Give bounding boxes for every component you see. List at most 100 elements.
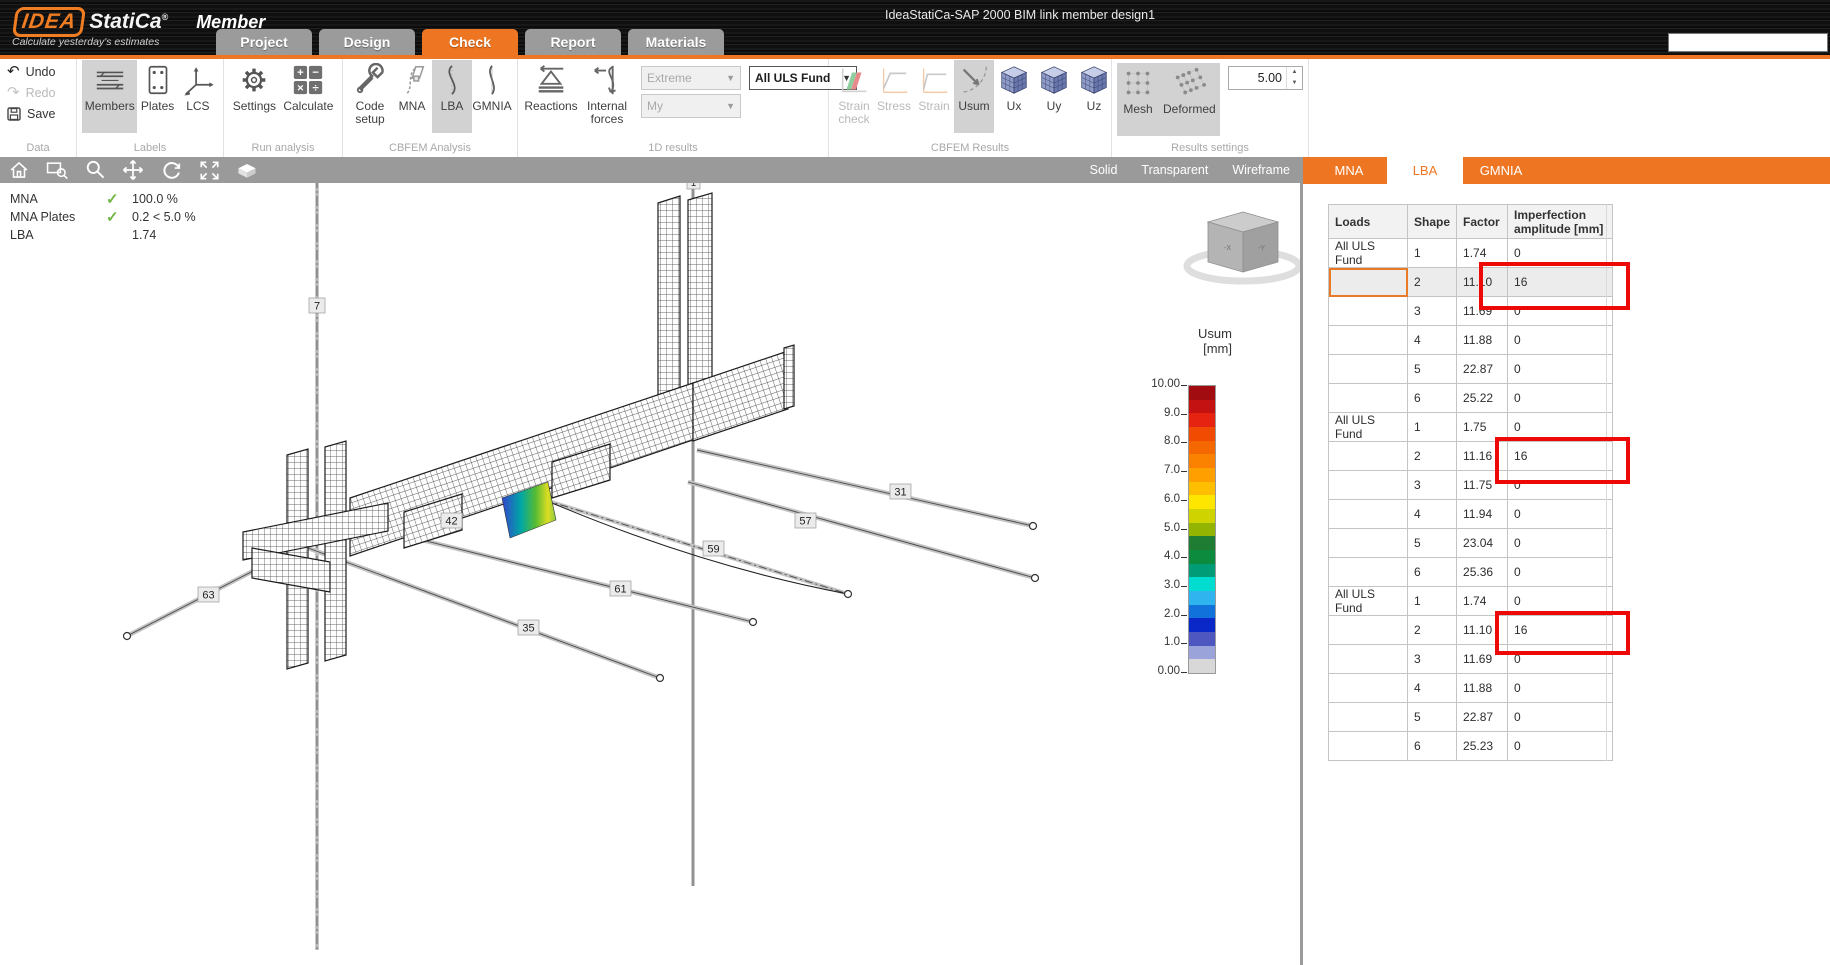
cell-loads[interactable]: [1329, 500, 1408, 529]
search-input[interactable]: [1668, 33, 1828, 52]
uy-button[interactable]: Uy: [1034, 60, 1074, 133]
cell-imperfection[interactable]: 16: [1508, 442, 1613, 471]
cell-factor[interactable]: 11.94: [1457, 500, 1508, 529]
cell-shape[interactable]: 4: [1408, 500, 1457, 529]
cell-imperfection[interactable]: 0: [1508, 529, 1613, 558]
plates-button[interactable]: Plates: [137, 60, 177, 133]
view-mode-transparent[interactable]: Transparent: [1141, 163, 1208, 177]
cell-shape[interactable]: 6: [1408, 732, 1457, 761]
cell-factor[interactable]: 11.75: [1457, 471, 1508, 500]
cell-imperfection[interactable]: 0: [1508, 732, 1613, 761]
cell-imperfection[interactable]: 16: [1508, 268, 1613, 297]
scale-value[interactable]: 5.00: [1229, 67, 1286, 89]
mna-button[interactable]: MNA: [392, 60, 432, 133]
undo-button[interactable]: ↶Undo: [7, 62, 69, 81]
view-mode-solid[interactable]: Solid: [1090, 163, 1118, 177]
cell-factor[interactable]: 1.74: [1457, 239, 1508, 268]
cell-factor[interactable]: 11.16: [1457, 442, 1508, 471]
cell-shape[interactable]: 6: [1408, 384, 1457, 413]
cell-shape[interactable]: 3: [1408, 471, 1457, 500]
cell-factor[interactable]: 25.23: [1457, 732, 1508, 761]
cell-imperfection[interactable]: 0: [1508, 355, 1613, 384]
cell-imperfection[interactable]: 0: [1508, 645, 1613, 674]
cell-shape[interactable]: 5: [1408, 703, 1457, 732]
tab-design[interactable]: Design: [319, 29, 415, 55]
tab-project[interactable]: Project: [216, 29, 312, 55]
cell-loads[interactable]: [1329, 384, 1408, 413]
redo-button[interactable]: ↷Redo: [7, 83, 69, 102]
panel-tab-gmnia[interactable]: GMNIA: [1463, 157, 1539, 184]
my-dropdown[interactable]: My▼: [641, 94, 741, 118]
cell-imperfection[interactable]: 0: [1508, 703, 1613, 732]
cell-factor[interactable]: 11.88: [1457, 674, 1508, 703]
uz-button[interactable]: Uz: [1074, 60, 1114, 133]
cell-factor[interactable]: 11.69: [1457, 297, 1508, 326]
lcs-button[interactable]: LCS: [178, 60, 218, 133]
tab-check[interactable]: Check: [422, 29, 518, 55]
cell-factor[interactable]: 25.36: [1457, 558, 1508, 587]
cell-imperfection[interactable]: 0: [1508, 297, 1613, 326]
members-button[interactable]: Members: [82, 60, 137, 133]
cell-imperfection[interactable]: 0: [1508, 587, 1613, 616]
cell-factor[interactable]: 11.88: [1457, 326, 1508, 355]
strain-button[interactable]: Strain: [914, 60, 954, 133]
cell-loads[interactable]: [1329, 297, 1408, 326]
cell-loads[interactable]: [1329, 703, 1408, 732]
view-mode-wireframe[interactable]: Wireframe: [1232, 163, 1290, 177]
cell-shape[interactable]: 2: [1408, 268, 1457, 297]
pan-button[interactable]: [114, 157, 152, 183]
cell-loads[interactable]: [1329, 529, 1408, 558]
rotate-button[interactable]: [152, 157, 190, 183]
cell-imperfection[interactable]: 16: [1508, 616, 1613, 645]
zoom-window-button[interactable]: [38, 157, 76, 183]
reactions-button[interactable]: Reactions: [523, 60, 579, 133]
cell-factor[interactable]: 1.74: [1457, 587, 1508, 616]
tab-report[interactable]: Report: [525, 29, 621, 55]
cell-imperfection[interactable]: 0: [1508, 326, 1613, 355]
internal-forces-button[interactable]: Internal forces: [579, 60, 635, 133]
cell-shape[interactable]: 4: [1408, 674, 1457, 703]
cell-shape[interactable]: 1: [1408, 239, 1457, 268]
cell-factor[interactable]: 22.87: [1457, 355, 1508, 384]
cell-shape[interactable]: 2: [1408, 442, 1457, 471]
stress-button[interactable]: Stress: [874, 60, 914, 133]
calculate-button[interactable]: +−×÷ Calculate: [280, 60, 337, 133]
cell-loads[interactable]: [1329, 268, 1408, 297]
ux-button[interactable]: Ux: [994, 60, 1034, 133]
cell-factor[interactable]: 11.69: [1457, 645, 1508, 674]
cell-imperfection[interactable]: 0: [1508, 500, 1613, 529]
cell-factor[interactable]: 22.87: [1457, 703, 1508, 732]
cell-imperfection[interactable]: 0: [1508, 239, 1613, 268]
panel-tab-mna[interactable]: MNA: [1311, 157, 1387, 184]
cell-shape[interactable]: 5: [1408, 529, 1457, 558]
cell-imperfection[interactable]: 0: [1508, 471, 1613, 500]
cell-shape[interactable]: 3: [1408, 297, 1457, 326]
cell-factor[interactable]: 25.22: [1457, 384, 1508, 413]
lba-button[interactable]: LBA: [432, 60, 472, 133]
cell-loads[interactable]: All ULS Fund: [1329, 587, 1408, 616]
clipping-box-button[interactable]: [228, 157, 266, 183]
deformed-toggle-button[interactable]: Deformed: [1159, 63, 1220, 133]
panel-tab-lba[interactable]: LBA: [1387, 157, 1463, 184]
strain-check-button[interactable]: Strain check: [834, 60, 874, 133]
cell-shape[interactable]: 1: [1408, 587, 1457, 616]
spinner-up-icon[interactable]: ▲: [1287, 67, 1302, 78]
cell-shape[interactable]: 4: [1408, 326, 1457, 355]
settings-button[interactable]: Settings: [229, 60, 280, 133]
cell-loads[interactable]: [1329, 558, 1408, 587]
usum-button[interactable]: Usum: [954, 60, 994, 133]
spinner-down-icon[interactable]: ▼: [1287, 78, 1302, 89]
extreme-dropdown[interactable]: Extreme▼: [641, 66, 741, 90]
model-canvas[interactable]: 7 1 42 31 57 59 61 35 63 -X -Y: [0, 183, 1302, 965]
cell-shape[interactable]: 6: [1408, 558, 1457, 587]
navigation-cube[interactable]: -X -Y: [1187, 212, 1299, 281]
save-button[interactable]: Save: [7, 104, 69, 123]
zoom-fit-button[interactable]: [190, 157, 228, 183]
viewport-3d[interactable]: Solid Transparent Wireframe: [0, 157, 1302, 965]
cell-loads[interactable]: All ULS Fund: [1329, 239, 1408, 268]
cell-loads[interactable]: [1329, 645, 1408, 674]
cell-shape[interactable]: 1: [1408, 413, 1457, 442]
cell-imperfection[interactable]: 0: [1508, 413, 1613, 442]
cell-loads[interactable]: [1329, 471, 1408, 500]
cell-shape[interactable]: 2: [1408, 616, 1457, 645]
